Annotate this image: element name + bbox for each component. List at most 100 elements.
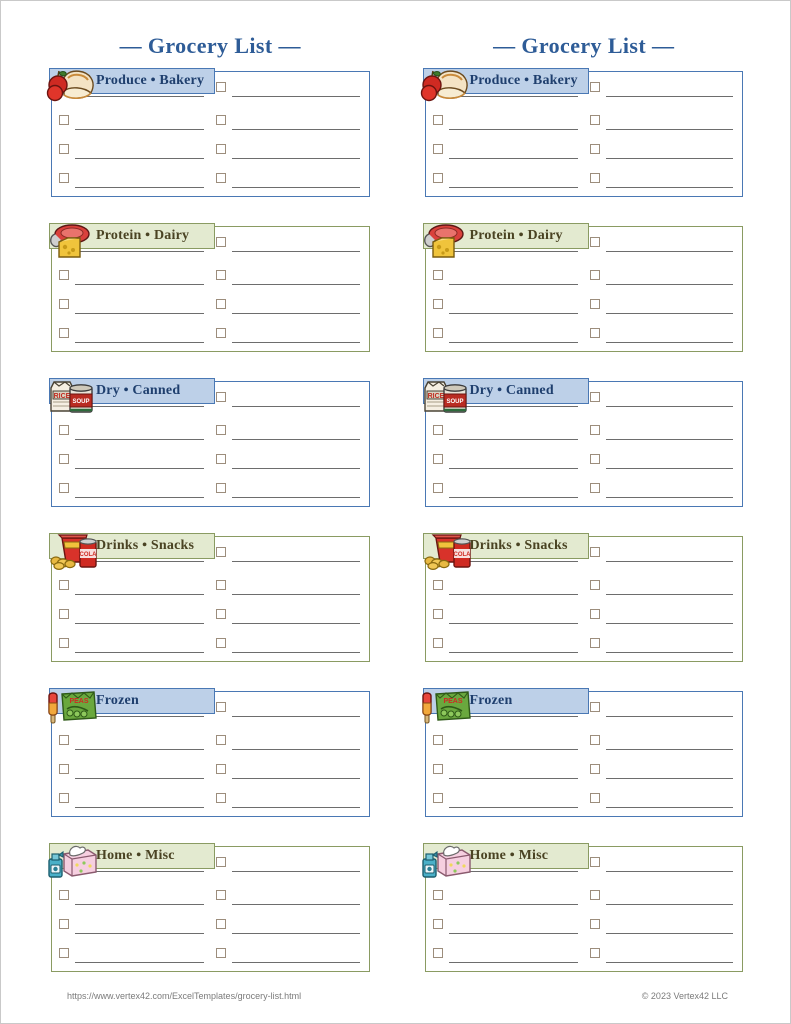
list-item[interactable] [210, 884, 368, 913]
item-checkbox[interactable] [589, 270, 600, 280]
list-item[interactable] [210, 231, 368, 264]
list-item[interactable] [52, 167, 210, 196]
item-write-line[interactable] [232, 579, 360, 595]
item-write-line[interactable] [75, 453, 205, 469]
list-item[interactable] [52, 322, 210, 351]
item-write-line[interactable] [448, 143, 578, 159]
item-write-line[interactable] [75, 947, 205, 963]
item-write-line[interactable] [448, 608, 578, 624]
list-item[interactable] [584, 138, 742, 167]
item-checkbox[interactable] [432, 735, 443, 745]
item-write-line[interactable] [605, 608, 733, 624]
list-item[interactable] [52, 787, 210, 816]
item-write-line[interactable] [232, 763, 360, 779]
item-write-line[interactable] [232, 172, 360, 188]
list-item[interactable] [584, 167, 742, 196]
item-checkbox[interactable] [216, 425, 227, 435]
item-write-line[interactable] [232, 236, 360, 252]
item-write-line[interactable] [232, 269, 360, 285]
item-write-line[interactable] [448, 734, 578, 750]
item-checkbox[interactable] [216, 547, 227, 557]
item-write-line[interactable] [605, 172, 733, 188]
list-item[interactable] [210, 787, 368, 816]
list-item[interactable] [584, 851, 742, 884]
item-write-line[interactable] [232, 701, 360, 717]
item-write-line[interactable] [605, 143, 733, 159]
item-checkbox[interactable] [59, 483, 69, 493]
item-checkbox[interactable] [589, 857, 600, 867]
item-checkbox[interactable] [589, 735, 600, 745]
item-write-line[interactable] [75, 114, 205, 130]
item-checkbox[interactable] [216, 483, 227, 493]
list-item[interactable] [426, 419, 584, 448]
list-item[interactable] [426, 758, 584, 787]
list-item[interactable] [52, 758, 210, 787]
item-checkbox[interactable] [216, 237, 227, 247]
item-checkbox[interactable] [216, 115, 227, 125]
list-item[interactable] [210, 322, 368, 351]
item-write-line[interactable] [75, 889, 205, 905]
item-write-line[interactable] [448, 792, 578, 808]
list-item[interactable] [584, 729, 742, 758]
item-write-line[interactable] [605, 114, 733, 130]
item-write-line[interactable] [448, 453, 578, 469]
item-write-line[interactable] [232, 889, 360, 905]
list-item[interactable] [52, 419, 210, 448]
item-checkbox[interactable] [432, 328, 443, 338]
item-checkbox[interactable] [432, 948, 443, 958]
item-checkbox[interactable] [589, 764, 600, 774]
item-checkbox[interactable] [59, 173, 69, 183]
item-checkbox[interactable] [216, 82, 227, 92]
list-item[interactable] [584, 574, 742, 603]
list-item[interactable] [584, 386, 742, 419]
item-checkbox[interactable] [432, 638, 443, 648]
list-item[interactable] [210, 167, 368, 196]
list-item[interactable] [584, 264, 742, 293]
item-checkbox[interactable] [216, 735, 227, 745]
item-checkbox[interactable] [589, 328, 600, 338]
list-item[interactable] [52, 109, 210, 138]
item-checkbox[interactable] [432, 483, 443, 493]
item-write-line[interactable] [232, 734, 360, 750]
item-write-line[interactable] [232, 327, 360, 343]
list-item[interactable] [210, 696, 368, 729]
item-write-line[interactable] [605, 947, 733, 963]
list-item[interactable] [584, 293, 742, 322]
list-item[interactable] [52, 942, 210, 971]
list-item[interactable] [210, 419, 368, 448]
item-checkbox[interactable] [59, 454, 69, 464]
item-checkbox[interactable] [432, 270, 443, 280]
list-item[interactable] [210, 541, 368, 574]
item-write-line[interactable] [605, 482, 733, 498]
item-checkbox[interactable] [59, 890, 69, 900]
list-item[interactable] [210, 758, 368, 787]
item-write-line[interactable] [232, 298, 360, 314]
list-item[interactable] [584, 603, 742, 632]
item-checkbox[interactable] [589, 702, 600, 712]
list-item[interactable] [52, 293, 210, 322]
item-checkbox[interactable] [59, 919, 69, 929]
item-write-line[interactable] [75, 579, 205, 595]
list-item[interactable] [210, 603, 368, 632]
item-checkbox[interactable] [589, 948, 600, 958]
item-checkbox[interactable] [589, 425, 600, 435]
item-checkbox[interactable] [589, 919, 600, 929]
list-item[interactable] [426, 729, 584, 758]
item-write-line[interactable] [605, 701, 733, 717]
item-write-line[interactable] [605, 424, 733, 440]
item-write-line[interactable] [448, 637, 578, 653]
item-write-line[interactable] [605, 236, 733, 252]
list-item[interactable] [584, 231, 742, 264]
item-write-line[interactable] [75, 482, 205, 498]
item-checkbox[interactable] [589, 890, 600, 900]
list-item[interactable] [426, 322, 584, 351]
item-checkbox[interactable] [432, 425, 443, 435]
item-checkbox[interactable] [432, 580, 443, 590]
item-write-line[interactable] [448, 172, 578, 188]
list-item[interactable] [52, 603, 210, 632]
item-checkbox[interactable] [432, 299, 443, 309]
list-item[interactable] [52, 138, 210, 167]
item-checkbox[interactable] [589, 609, 600, 619]
list-item[interactable] [210, 76, 368, 109]
list-item[interactable] [426, 109, 584, 138]
